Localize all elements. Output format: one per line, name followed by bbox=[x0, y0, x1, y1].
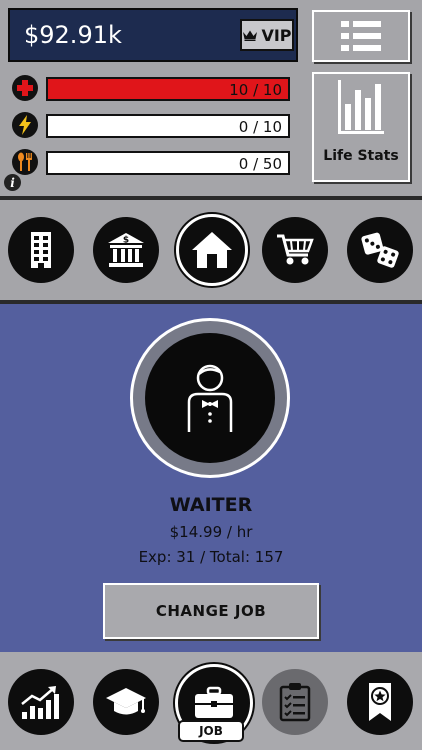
balance-text: $92.91k bbox=[24, 21, 122, 49]
growth-chart-icon bbox=[21, 686, 59, 719]
nav-investments-button[interactable] bbox=[8, 669, 74, 735]
status-panel: $92.91k VIP Life Stats 10 / 10 0 / 10 0 … bbox=[0, 0, 422, 196]
house-icon bbox=[192, 232, 232, 268]
shopping-cart-icon bbox=[277, 234, 314, 265]
info-icon[interactable]: i bbox=[4, 174, 21, 191]
graduation-cap-icon bbox=[106, 688, 146, 715]
category-housing-button[interactable] bbox=[176, 214, 248, 286]
vip-label: VIP bbox=[261, 25, 292, 45]
dice-icon bbox=[361, 232, 399, 268]
vip-button[interactable]: VIP bbox=[240, 19, 294, 51]
clipboard-checklist-icon bbox=[279, 683, 311, 722]
bottom-nav: JOB bbox=[0, 652, 422, 750]
health-value: 10 / 10 bbox=[229, 81, 282, 99]
job-experience: Exp: 31 / Total: 157 bbox=[138, 548, 284, 566]
crown-icon bbox=[243, 30, 258, 41]
category-casino-button[interactable] bbox=[347, 217, 413, 283]
list-menu-icon bbox=[341, 21, 381, 51]
nav-achievements-button[interactable] bbox=[347, 669, 413, 735]
lightning-icon bbox=[12, 112, 38, 138]
category-business-button[interactable] bbox=[8, 217, 74, 283]
change-job-button[interactable]: CHANGE JOB bbox=[103, 583, 319, 639]
hunger-bar: 0 / 50 bbox=[46, 151, 290, 175]
job-tab-label: JOB bbox=[178, 720, 244, 742]
life-stats-label: Life Stats bbox=[323, 148, 399, 164]
svg-text:$: $ bbox=[123, 236, 129, 246]
health-bar: 10 / 10 bbox=[46, 77, 290, 101]
life-stats-button[interactable]: Life Stats bbox=[312, 72, 410, 182]
nav-education-button[interactable] bbox=[93, 669, 159, 735]
bar-chart-icon bbox=[338, 80, 384, 134]
balance-box: $92.91k VIP bbox=[8, 8, 298, 62]
energy-value: 0 / 10 bbox=[238, 118, 282, 136]
job-avatar bbox=[130, 318, 290, 478]
briefcase-icon bbox=[195, 686, 233, 718]
job-panel: WAITER $14.99 / hr Exp: 31 / Total: 157 … bbox=[0, 304, 422, 652]
nav-tasks-button[interactable] bbox=[262, 669, 328, 735]
job-pay: $14.99 / hr bbox=[169, 523, 253, 541]
waiter-icon bbox=[187, 364, 233, 432]
health-cross-icon bbox=[12, 75, 38, 101]
category-bank-button[interactable]: $ bbox=[93, 217, 159, 283]
bank-icon: $ bbox=[108, 233, 144, 267]
hunger-value: 0 / 50 bbox=[238, 155, 282, 173]
job-avatar-inner bbox=[145, 333, 275, 463]
category-row: $ bbox=[0, 200, 422, 300]
job-title: WAITER bbox=[169, 494, 253, 516]
fork-spoon-icon bbox=[12, 149, 38, 175]
category-shop-button[interactable] bbox=[262, 217, 328, 283]
menu-button[interactable] bbox=[312, 10, 410, 62]
award-ribbon-icon bbox=[369, 683, 391, 721]
energy-bar: 0 / 10 bbox=[46, 114, 290, 138]
office-building-icon bbox=[31, 232, 51, 268]
